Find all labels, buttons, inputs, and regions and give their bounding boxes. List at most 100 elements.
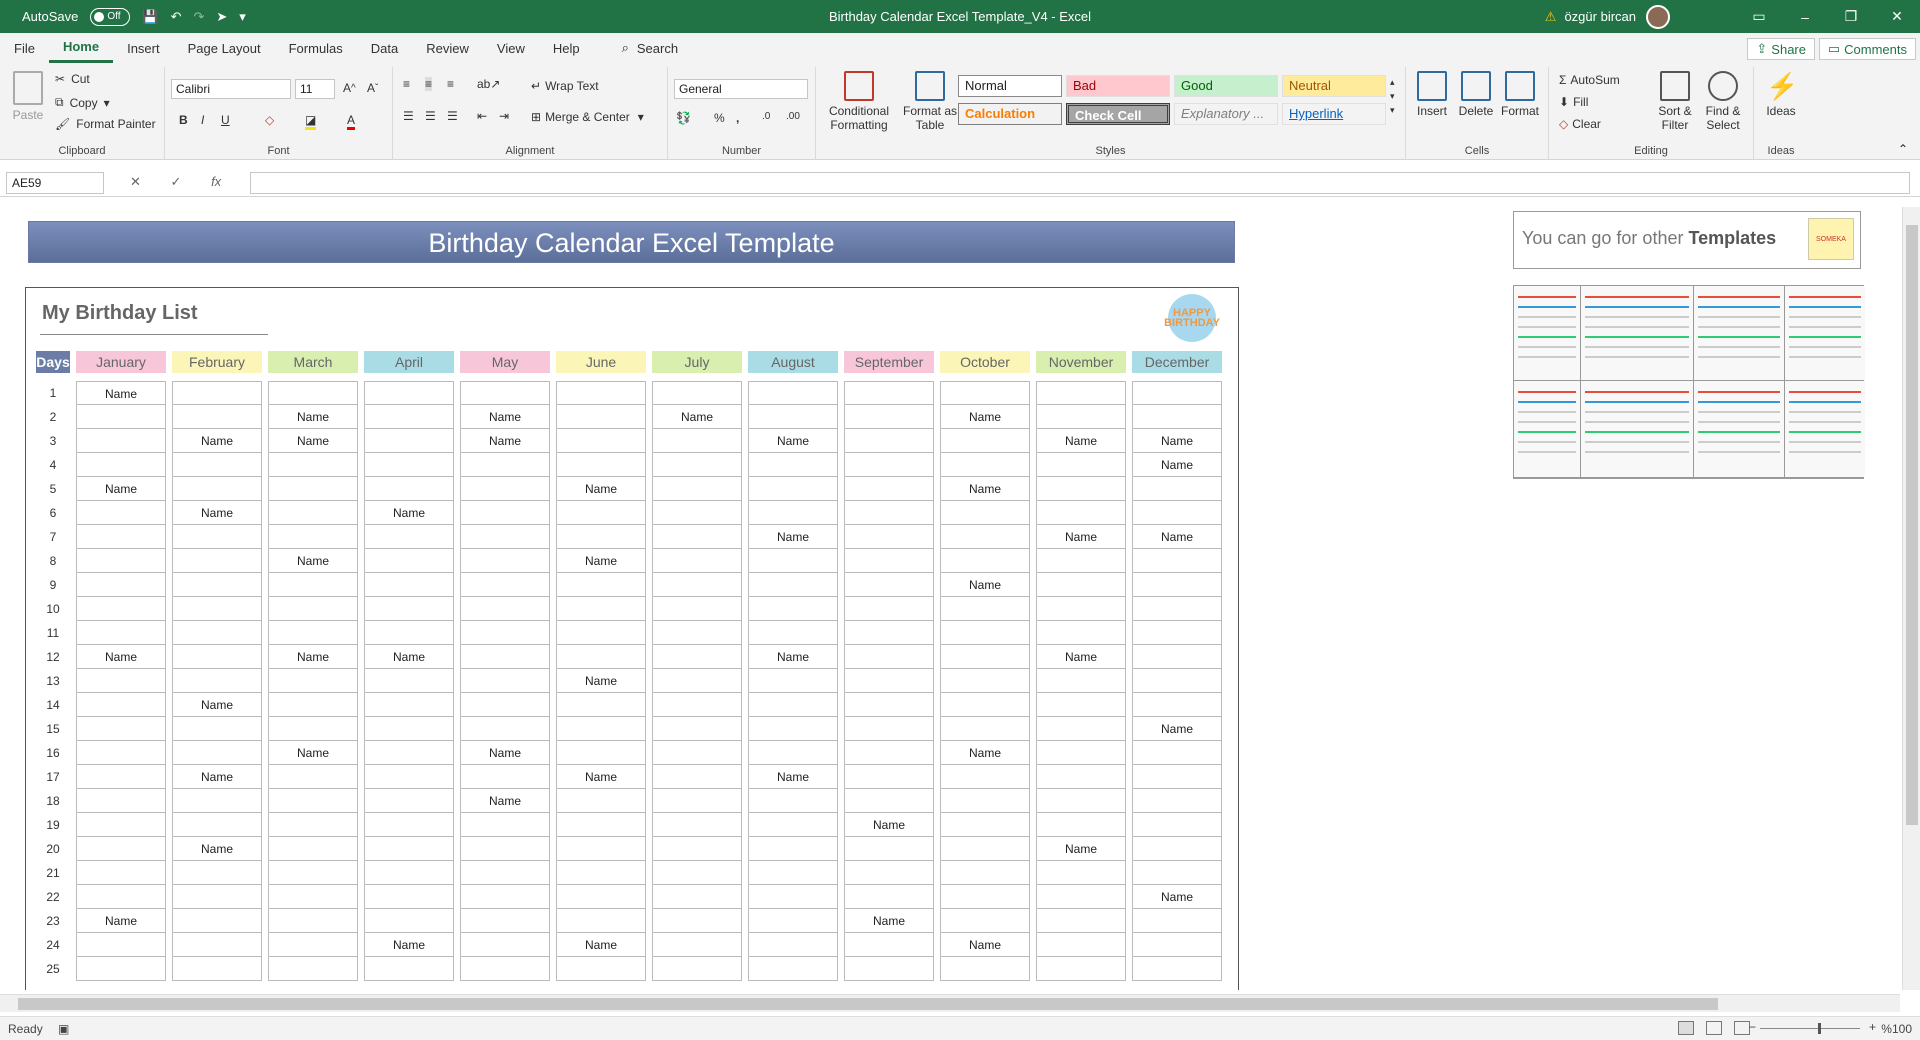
grow-font-button[interactable]: A ^ — [343, 81, 356, 95]
birthday-cell[interactable] — [364, 669, 454, 693]
birthday-cell[interactable] — [460, 885, 550, 909]
birthday-cell[interactable] — [844, 933, 934, 957]
birthday-cell[interactable] — [460, 837, 550, 861]
birthday-cell[interactable] — [940, 717, 1030, 741]
birthday-cell[interactable] — [1036, 693, 1126, 717]
birthday-cell[interactable] — [748, 573, 838, 597]
birthday-cell[interactable] — [268, 885, 358, 909]
copy-button[interactable]: ⧉ Copy ▾ — [55, 95, 110, 110]
birthday-cell[interactable] — [76, 717, 166, 741]
shrink-font-button[interactable]: Aˇ — [367, 81, 378, 95]
style-good[interactable]: Good — [1174, 75, 1278, 97]
birthday-cell[interactable] — [172, 621, 262, 645]
birthday-cell[interactable] — [748, 621, 838, 645]
birthday-cell[interactable] — [844, 645, 934, 669]
birthday-cell[interactable]: Name — [1132, 429, 1222, 453]
birthday-cell[interactable] — [556, 957, 646, 981]
birthday-cell[interactable] — [844, 765, 934, 789]
birthday-cell[interactable] — [652, 933, 742, 957]
collapse-ribbon-icon[interactable]: ⌃ — [1898, 142, 1908, 156]
birthday-cell[interactable] — [364, 885, 454, 909]
font-size-select[interactable]: 11 — [295, 79, 335, 99]
birthday-cell[interactable]: Name — [268, 741, 358, 765]
zoom-out-icon[interactable]: − — [1749, 1020, 1756, 1034]
birthday-cell[interactable] — [940, 501, 1030, 525]
autosum-button[interactable]: Σ AutoSum — [1559, 73, 1620, 87]
insert-cells-button[interactable]: Insert — [1412, 71, 1452, 118]
birthday-cell[interactable] — [1036, 741, 1126, 765]
birthday-cell[interactable] — [940, 381, 1030, 405]
birthday-cell[interactable] — [844, 957, 934, 981]
paste-button[interactable]: Paste — [10, 71, 46, 122]
birthday-cell[interactable] — [76, 741, 166, 765]
birthday-cell[interactable]: Name — [940, 741, 1030, 765]
worksheet[interactable]: Birthday Calendar Excel Template My Birt… — [0, 207, 1900, 990]
birthday-cell[interactable] — [748, 885, 838, 909]
birthday-cell[interactable] — [76, 693, 166, 717]
birthday-cell[interactable] — [364, 861, 454, 885]
birthday-cell[interactable] — [1132, 645, 1222, 669]
birthday-cell[interactable] — [556, 501, 646, 525]
tab-data[interactable]: Data — [357, 33, 412, 63]
fill-color-icon[interactable]: ◪ — [305, 113, 317, 130]
font-color-icon[interactable]: A — [347, 113, 356, 130]
birthday-cell[interactable] — [172, 909, 262, 933]
birthday-cell[interactable] — [172, 645, 262, 669]
birthday-cell[interactable] — [364, 573, 454, 597]
birthday-cell[interactable] — [652, 453, 742, 477]
autosave-toggle[interactable]: Off — [90, 7, 131, 26]
birthday-cell[interactable] — [172, 477, 262, 501]
birthday-cell[interactable]: Name — [76, 909, 166, 933]
birthday-cell[interactable] — [76, 525, 166, 549]
template-thumbnail[interactable] — [1694, 286, 1784, 380]
birthday-cell[interactable] — [844, 525, 934, 549]
birthday-cell[interactable] — [1132, 405, 1222, 429]
birthday-cell[interactable] — [748, 789, 838, 813]
birthday-cell[interactable]: Name — [268, 645, 358, 669]
birthday-cell[interactable] — [1132, 669, 1222, 693]
birthday-cell[interactable] — [460, 573, 550, 597]
style-calculation[interactable]: Calculation — [958, 103, 1062, 125]
birthday-cell[interactable] — [844, 597, 934, 621]
birthday-cell[interactable] — [1132, 597, 1222, 621]
birthday-cell[interactable] — [1036, 453, 1126, 477]
birthday-cell[interactable]: Name — [748, 525, 838, 549]
share-button[interactable]: ⇪ Share — [1747, 38, 1815, 60]
birthday-cell[interactable] — [1132, 501, 1222, 525]
birthday-cell[interactable] — [364, 525, 454, 549]
birthday-cell[interactable] — [844, 501, 934, 525]
birthday-cell[interactable] — [748, 693, 838, 717]
tab-review[interactable]: Review — [412, 33, 483, 63]
birthday-cell[interactable] — [364, 477, 454, 501]
birthday-cell[interactable] — [748, 957, 838, 981]
zoom-slider[interactable] — [1760, 1023, 1860, 1034]
increase-decimal-icon[interactable]: .0 — [762, 111, 770, 122]
birthday-cell[interactable] — [652, 501, 742, 525]
birthday-cell[interactable] — [268, 501, 358, 525]
birthday-cell[interactable]: Name — [172, 837, 262, 861]
birthday-cell[interactable] — [1036, 597, 1126, 621]
currency-icon[interactable]: 💱 — [676, 111, 691, 125]
birthday-cell[interactable]: Name — [844, 909, 934, 933]
birthday-cell[interactable] — [556, 885, 646, 909]
birthday-cell[interactable]: Name — [748, 429, 838, 453]
birthday-cell[interactable] — [652, 549, 742, 573]
birthday-cell[interactable] — [172, 885, 262, 909]
style-normal[interactable]: Normal — [958, 75, 1062, 97]
birthday-cell[interactable] — [1132, 477, 1222, 501]
birthday-cell[interactable] — [1132, 549, 1222, 573]
birthday-cell[interactable] — [1132, 693, 1222, 717]
birthday-cell[interactable] — [1036, 813, 1126, 837]
font-family-select[interactable]: Calibri — [171, 79, 291, 99]
birthday-cell[interactable] — [76, 621, 166, 645]
birthday-cell[interactable] — [748, 501, 838, 525]
birthday-cell[interactable] — [1036, 549, 1126, 573]
birthday-cell[interactable] — [940, 765, 1030, 789]
align-top-icon[interactable]: ≡ — [403, 77, 410, 91]
birthday-cell[interactable] — [268, 525, 358, 549]
template-thumbnail[interactable] — [1581, 381, 1693, 477]
birthday-cell[interactable]: Name — [172, 693, 262, 717]
birthday-cell[interactable]: Name — [940, 933, 1030, 957]
birthday-cell[interactable]: Name — [1132, 717, 1222, 741]
birthday-cell[interactable] — [652, 525, 742, 549]
